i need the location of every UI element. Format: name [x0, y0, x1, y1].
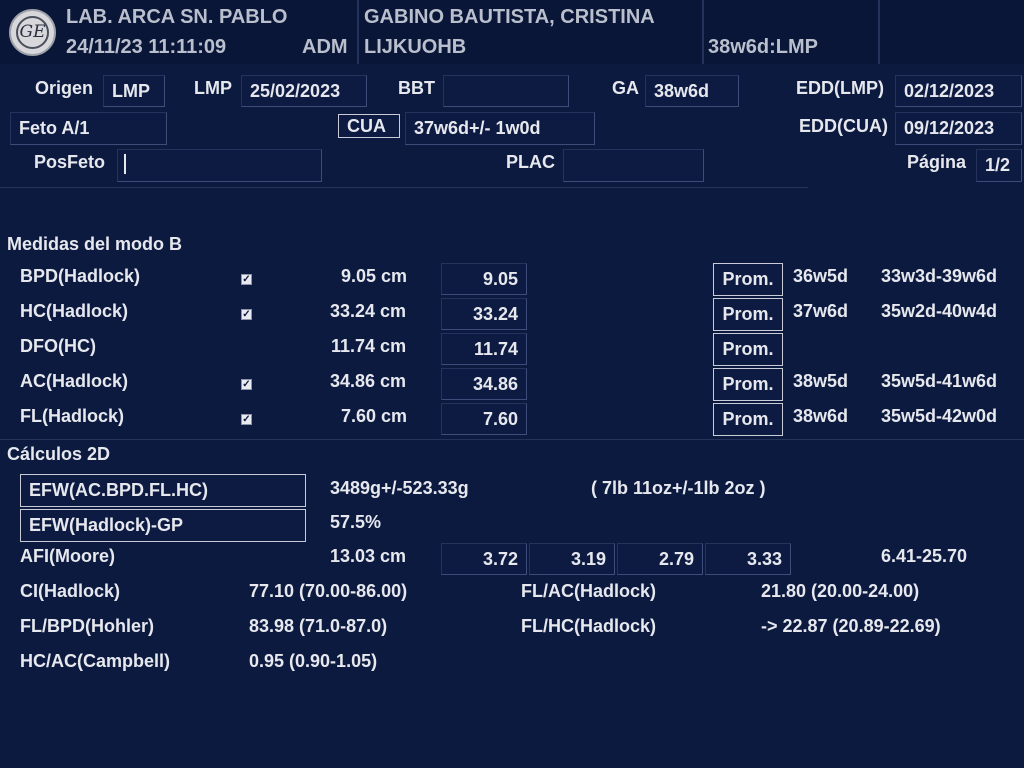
patient-id: LIJKUOHB	[364, 36, 467, 58]
cua-label: CUA	[338, 114, 400, 138]
edd-cua-field[interactable]: 09/12/2023	[895, 112, 1022, 145]
ge-logo-text: GE	[16, 16, 49, 49]
afi-range: 6.41-25.70	[881, 546, 968, 566]
measurement-name: FL(Hadlock)	[20, 406, 125, 426]
prom-button[interactable]: Prom.	[713, 333, 783, 366]
measurement-name: AC(Hadlock)	[20, 371, 129, 391]
bmode-section-title: Medidas del modo B	[7, 234, 183, 254]
efw-gp-value: 57.5%	[330, 512, 382, 532]
afi-quadrant-field[interactable]: 3.33	[705, 543, 791, 575]
bbt-label: BBT	[398, 78, 435, 98]
measurement-range: 35w5d-42w0d	[881, 406, 998, 426]
bbt-field[interactable]	[443, 75, 569, 107]
measured-value: 9.05 cm	[341, 266, 408, 286]
ga-label: GA	[612, 78, 639, 98]
operator-id: ADM	[302, 36, 348, 58]
flbpd-value: 83.98 (71.0-87.0)	[249, 616, 388, 636]
measurement-name: DFO(HC)	[20, 336, 96, 356]
efw-imperial: ( 7lb 11oz+/-1lb 2oz )	[591, 478, 766, 498]
ga-summary: 38w6d:LMP	[708, 36, 819, 58]
afi-value: 13.03 cm	[330, 546, 407, 566]
posfeto-label: PosFeto	[34, 152, 106, 172]
exam-datetime: 24/11/23 11:11:09	[66, 36, 227, 58]
include-checkbox[interactable]: ✓	[241, 379, 252, 390]
flhc-value: -> 22.87 (20.89-22.69)	[761, 616, 941, 636]
measurement-value-field[interactable]: 9.05	[441, 263, 527, 295]
calc-section-title: Cálculos 2D	[7, 444, 111, 464]
measured-value: 7.60 cm	[341, 406, 408, 426]
measurement-ga: 37w6d	[793, 301, 849, 321]
afi-quadrant-field[interactable]: 2.79	[617, 543, 703, 575]
prom-button[interactable]: Prom.	[713, 263, 783, 296]
patient-name: GABINO BAUTISTA, CRISTINA	[364, 6, 655, 28]
efw-gp-selector[interactable]: EFW(Hadlock)-GP	[20, 509, 306, 542]
afi-quadrant-field[interactable]: 3.19	[529, 543, 615, 575]
edd-cua-label: EDD(CUA)	[799, 116, 888, 136]
plac-label: PLAC	[506, 152, 555, 172]
measurement-ga: 36w5d	[793, 266, 849, 286]
ga-field[interactable]: 38w6d	[645, 75, 739, 107]
edd-lmp-field[interactable]: 02/12/2023	[895, 75, 1022, 107]
feto-selector[interactable]: Feto A/1	[10, 112, 167, 145]
flac-value: 21.80 (20.00-24.00)	[761, 581, 920, 601]
header-divider	[357, 0, 359, 64]
hcac-value: 0.95 (0.90-1.05)	[249, 651, 378, 671]
measurement-ga: 38w6d	[793, 406, 849, 426]
origen-label: Origen	[35, 78, 94, 98]
section-divider	[0, 187, 808, 188]
measured-value: 33.24 cm	[330, 301, 407, 321]
measurement-ga: 38w5d	[793, 371, 849, 391]
include-checkbox[interactable]: ✓	[241, 414, 252, 425]
afi-quadrant-field[interactable]: 3.72	[441, 543, 527, 575]
afi-label: AFI(Moore)	[20, 546, 115, 566]
measured-value: 11.74 cm	[331, 336, 407, 356]
origen-field[interactable]: LMP	[103, 75, 165, 107]
header-divider	[878, 0, 880, 64]
measurement-name: HC(Hadlock)	[20, 301, 129, 321]
measurement-value-field[interactable]: 34.86	[441, 368, 527, 400]
measurement-range: 35w2d-40w4d	[881, 301, 998, 321]
edd-lmp-label: EDD(LMP)	[796, 78, 884, 98]
measurement-name: BPD(Hadlock)	[20, 266, 141, 286]
plac-field[interactable]	[563, 149, 704, 182]
include-checkbox[interactable]: ✓	[241, 274, 252, 285]
ci-value: 77.10 (70.00-86.00)	[249, 581, 408, 601]
header-divider	[702, 0, 704, 64]
prom-button[interactable]: Prom.	[713, 403, 783, 436]
measurement-value-field[interactable]: 11.74	[441, 333, 527, 365]
text-cursor	[124, 154, 126, 174]
flhc-label: FL/HC(Hadlock)	[521, 616, 656, 636]
institution-name: LAB. ARCA SN. PABLO	[66, 6, 288, 28]
section-divider	[0, 439, 1024, 440]
measurement-range: 35w5d-41w6d	[881, 371, 998, 391]
pagina-label: Página	[907, 152, 967, 172]
prom-button[interactable]: Prom.	[713, 368, 783, 401]
flac-label: FL/AC(Hadlock)	[521, 581, 656, 601]
lmp-label: LMP	[194, 78, 232, 98]
include-checkbox[interactable]: ✓	[241, 309, 252, 320]
measurement-range: 33w3d-39w6d	[881, 266, 998, 286]
efw-formula-selector[interactable]: EFW(AC.BPD.FL.HC)	[20, 474, 306, 507]
posfeto-field[interactable]	[117, 149, 322, 182]
ci-label: CI(Hadlock)	[20, 581, 121, 601]
measurement-value-field[interactable]: 7.60	[441, 403, 527, 435]
measured-value: 34.86 cm	[330, 371, 407, 391]
hcac-label: HC/AC(Campbell)	[20, 651, 171, 671]
header-bar: GE LAB. ARCA SN. PABLO 24/11/23 11:11:09…	[0, 0, 1024, 64]
lmp-field[interactable]: 25/02/2023	[241, 75, 367, 107]
flbpd-label: FL/BPD(Hohler)	[20, 616, 154, 636]
measurement-value-field[interactable]: 33.24	[441, 298, 527, 330]
prom-button[interactable]: Prom.	[713, 298, 783, 331]
efw-value: 3489g+/-523.33g	[330, 478, 469, 498]
pagina-field[interactable]: 1/2	[976, 149, 1022, 182]
cua-field[interactable]: 37w6d+/- 1w0d	[405, 112, 595, 145]
ge-logo: GE	[9, 9, 56, 56]
